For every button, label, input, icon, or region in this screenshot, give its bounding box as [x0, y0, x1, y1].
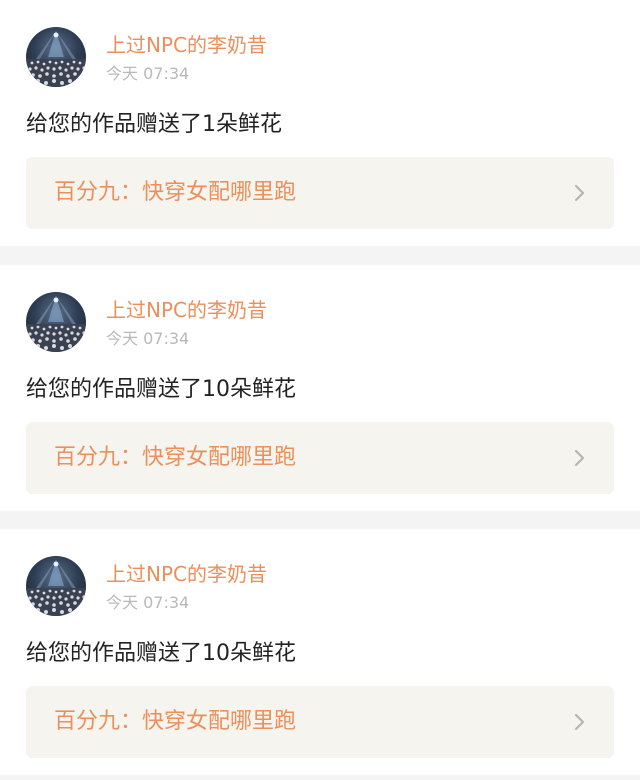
- concert-crowd-avatar-icon: [26, 560, 86, 616]
- timestamp: 今天 07:34: [106, 329, 190, 348]
- timestamp: 今天 07:34: [106, 593, 190, 612]
- username[interactable]: 上过NPC的李奶昔: [106, 33, 267, 57]
- concert-crowd-avatar-icon: [26, 296, 86, 352]
- work-title: 百分九：快穿女配哪里跑: [54, 180, 297, 205]
- work-link[interactable]: 百分九：快穿女配哪里跑: [26, 157, 614, 229]
- username[interactable]: 上过NPC的李奶昔: [106, 562, 267, 586]
- work-title: 百分九：快穿女配哪里跑: [54, 709, 297, 734]
- username[interactable]: 上过NPC的李奶昔: [106, 298, 267, 322]
- user-avatar[interactable]: [26, 27, 86, 87]
- user-avatar[interactable]: [26, 292, 86, 352]
- gift-message: 给您的作品赠送了10朵鲜花: [26, 377, 296, 402]
- notification-card: 上过NPC的李奶昔 今天 07:34 给您的作品赠送了10朵鲜花 百分九：快穿女…: [0, 265, 640, 511]
- gift-message: 给您的作品赠送了1朵鲜花: [26, 112, 282, 137]
- work-link[interactable]: 百分九：快穿女配哪里跑: [26, 422, 614, 494]
- gift-notification-feed: 上过NPC的李奶昔 今天 07:34 给您的作品赠送了1朵鲜花 百分九：快穿女配…: [0, 0, 640, 780]
- concert-crowd-avatar-icon: [26, 31, 86, 87]
- notification-card: 上过NPC的李奶昔 今天 07:34 给您的作品赠送了1朵鲜花 百分九：快穿女配…: [0, 0, 640, 246]
- user-avatar[interactable]: [26, 556, 86, 616]
- timestamp: 今天 07:34: [106, 64, 190, 83]
- work-title: 百分九：快穿女配哪里跑: [54, 445, 297, 470]
- chevron-right-icon: [574, 449, 585, 467]
- chevron-right-icon: [574, 184, 585, 202]
- chevron-right-icon: [574, 713, 585, 731]
- work-link[interactable]: 百分九：快穿女配哪里跑: [26, 686, 614, 758]
- notification-card: 上过NPC的李奶昔 今天 07:34 给您的作品赠送了10朵鲜花 百分九：快穿女…: [0, 529, 640, 775]
- gift-message: 给您的作品赠送了10朵鲜花: [26, 641, 296, 666]
